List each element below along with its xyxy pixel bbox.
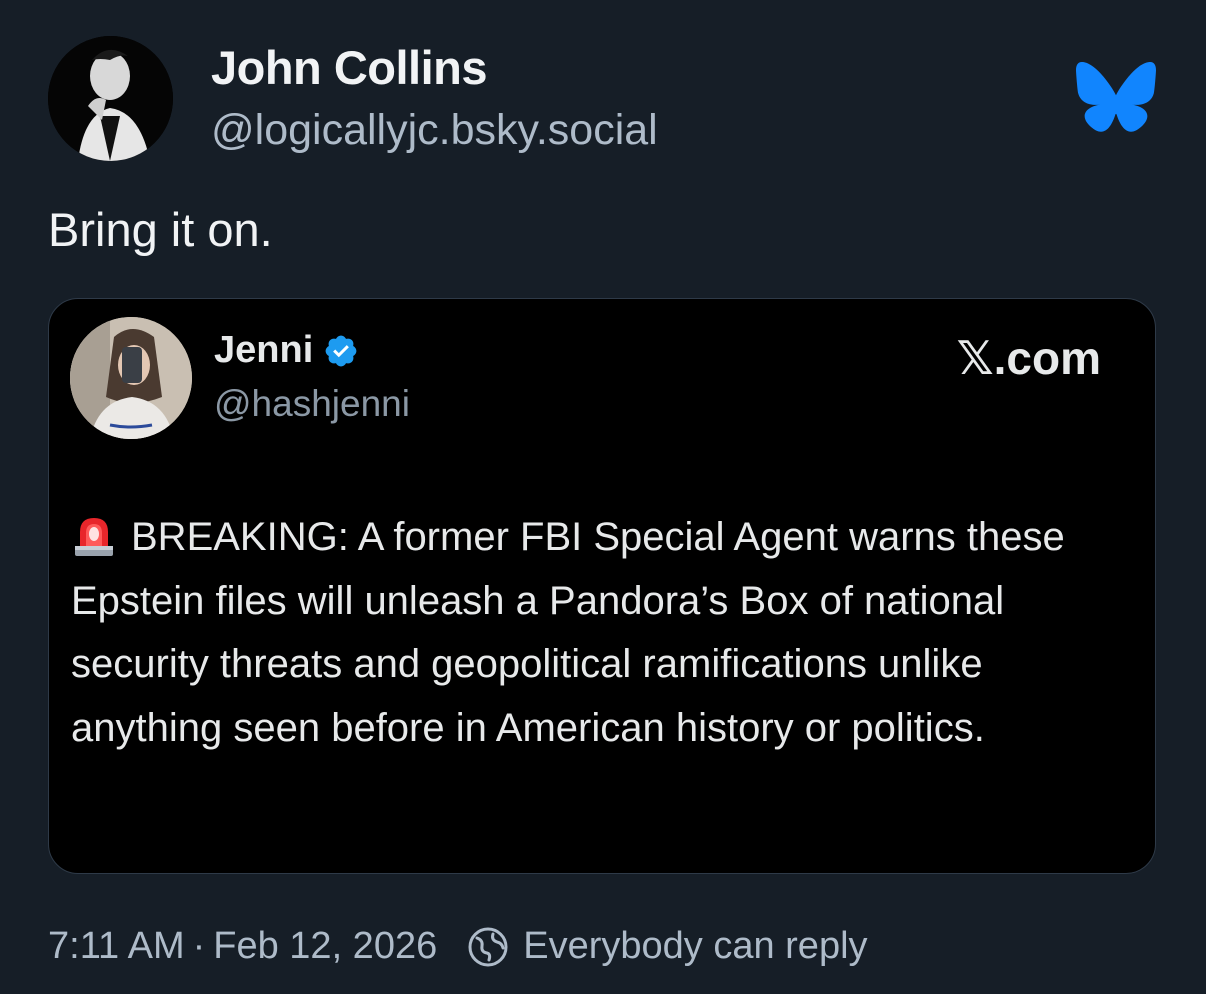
quoted-author-display-name[interactable]: Jenni xyxy=(214,329,313,372)
bluesky-butterfly-icon xyxy=(1076,61,1156,132)
source-domain: .com xyxy=(993,332,1101,384)
author-handle[interactable]: @logicallyjc.bsky.social xyxy=(211,106,658,155)
globe-icon xyxy=(467,926,509,968)
meta-separator: · xyxy=(192,925,206,967)
police-siren-icon xyxy=(71,512,117,558)
post-time[interactable]: 7:11 AM xyxy=(48,925,185,968)
verified-badge-icon xyxy=(323,333,359,369)
quoted-author-handle[interactable]: @hashjenni xyxy=(214,383,410,425)
quoted-author-name-row: Jenni xyxy=(214,329,359,372)
quoted-post-text: BREAKING: A former FBI Special Agent war… xyxy=(71,506,1131,760)
post-date[interactable]: Feb 12, 2026 xyxy=(213,925,437,968)
post: John Collins @logicallyjc.bsky.social Br… xyxy=(0,0,1206,994)
quoted-post-body: BREAKING: A former FBI Special Agent war… xyxy=(71,515,1065,750)
post-text: Bring it on. xyxy=(48,203,273,256)
reply-setting[interactable]: Everybody can reply xyxy=(523,925,867,968)
author-display-name[interactable]: John Collins xyxy=(211,40,488,95)
post-footer: 7:11 AM · Feb 12, 2026 Everybody can rep… xyxy=(48,925,868,968)
x-logo-icon: 𝕏 xyxy=(956,331,994,385)
quoted-author-avatar[interactable] xyxy=(70,317,192,439)
author-avatar[interactable] xyxy=(48,36,173,161)
source-label[interactable]: 𝕏.com xyxy=(957,331,1101,385)
quoted-post-card[interactable]: Jenni @hashjenni 𝕏.com BREAKING: A forme… xyxy=(48,298,1156,874)
